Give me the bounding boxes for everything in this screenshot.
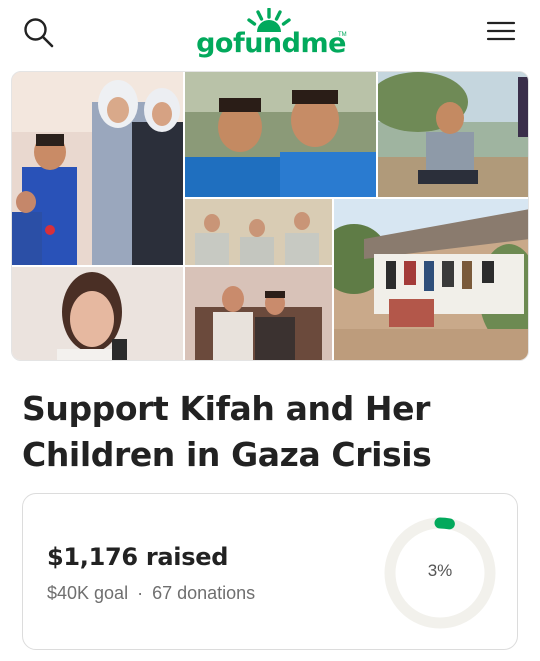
photo-three-children-indoors[interactable]: [185, 199, 332, 265]
photo-girls-and-boys-at-home[interactable]: [12, 72, 183, 265]
campaign-title-line-1: Support Kifah and Her: [22, 389, 430, 428]
search-icon: [24, 18, 54, 48]
photo-collage[interactable]: [11, 71, 529, 361]
photo-boy-sitting-outdoors[interactable]: [378, 72, 528, 197]
goal-amount: $40K goal: [47, 583, 129, 603]
progress-ring: 3%: [383, 516, 497, 630]
amount-raised: $1,176 raised: [47, 543, 229, 571]
hamburger-menu-icon: [486, 21, 516, 41]
donation-progress-card: $1,176 raised $40K goal · 67 donations 3%: [22, 493, 518, 650]
menu-button[interactable]: [486, 18, 516, 44]
progress-percent: 3%: [427, 561, 453, 580]
brand-wordmark: gofundme: [196, 28, 346, 59]
goal-and-donations: $40K goal · 67 donations: [47, 583, 255, 604]
photo-two-boys-in-blue[interactable]: [185, 72, 376, 197]
trademark-mark: TM: [338, 32, 347, 38]
photo-mother-and-son[interactable]: [185, 267, 332, 360]
gofundme-logo[interactable]: gofundme TM: [196, 8, 347, 60]
meta-separator: ·: [137, 583, 144, 603]
donation-count[interactable]: 67 donations: [152, 583, 255, 603]
campaign-title-line-2: Children in Gaza Crisis: [22, 435, 432, 474]
photo-tent-with-laundry[interactable]: [334, 199, 528, 360]
campaign-title: Support Kifah and Her Children in Gaza C…: [22, 386, 522, 478]
search-button[interactable]: [22, 16, 56, 50]
top-nav: gofundme TM: [0, 0, 540, 64]
photo-girl-portrait[interactable]: [12, 267, 183, 360]
